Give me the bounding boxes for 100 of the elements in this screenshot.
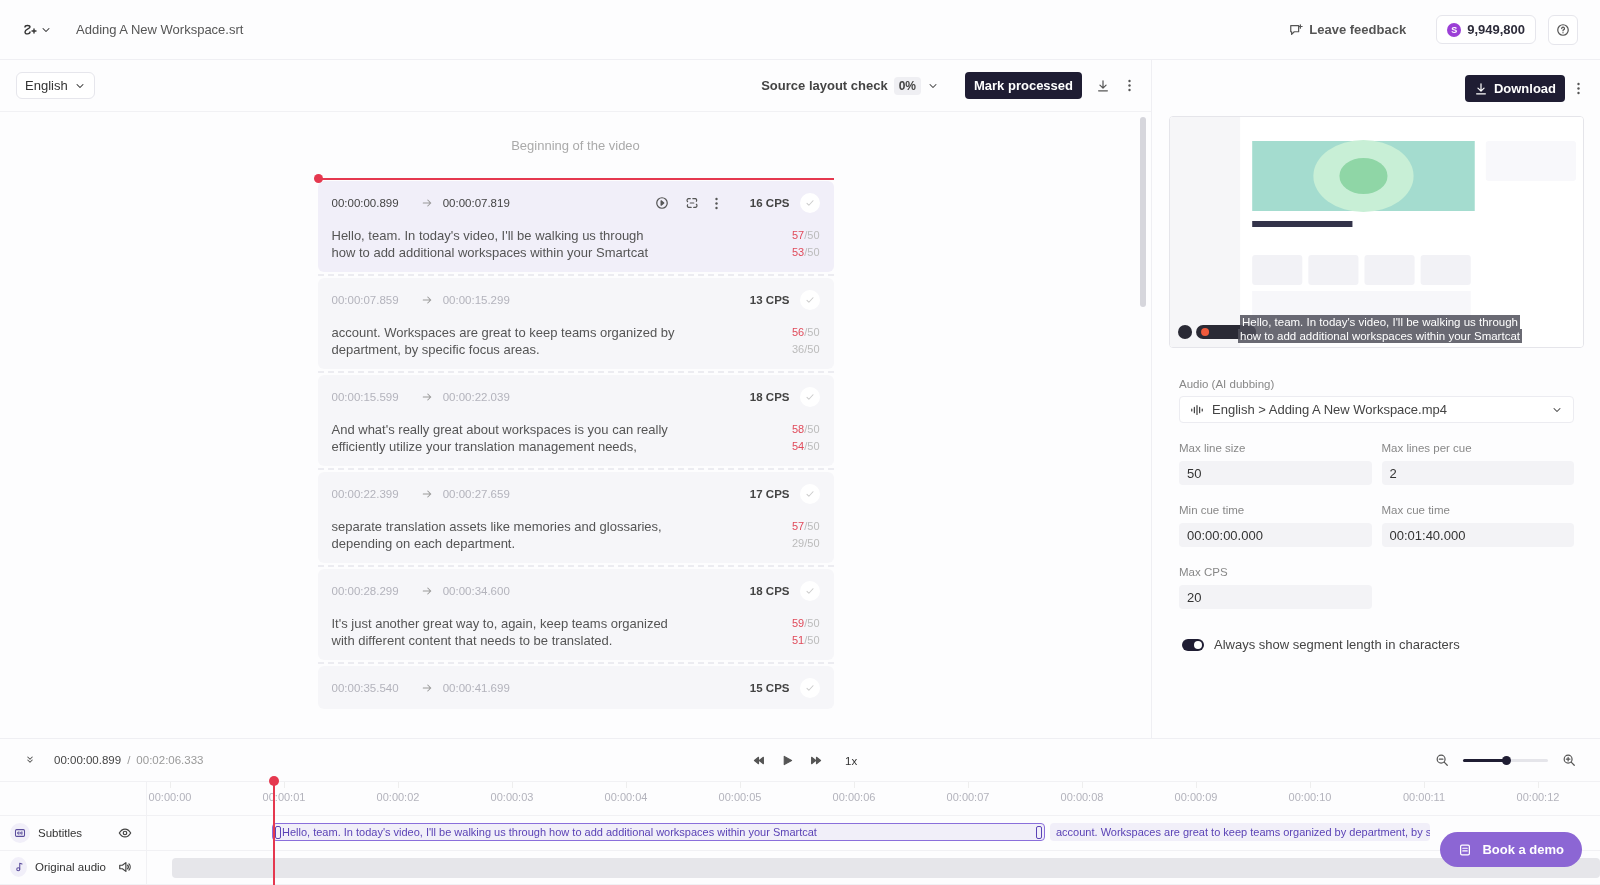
time-tick: 00:00:03 bbox=[490, 791, 534, 804]
track-label: Original audio bbox=[35, 861, 106, 874]
time-separator: / bbox=[127, 754, 131, 767]
subtitle-segment[interactable]: 00:00:00.899 00:00:07.819 16 CPS Hello, team. In today's video, I'll be walking us through 57/50 how to add additional workspaces within your Smartcat 53/50 bbox=[317, 181, 834, 272]
subtitles-icon bbox=[14, 827, 26, 840]
arrow-right-icon bbox=[420, 488, 433, 500]
subtitle-segment[interactable]: 00:00:07.859 00:00:15.299 13 CPS account. Workspaces are great to keep teams organized by 56/50 department, by specific focus areas. 36/50 bbox=[317, 278, 834, 369]
end-time: 00:00:27.659 bbox=[442, 488, 510, 500]
check-icon bbox=[803, 585, 816, 597]
coin-icon: S bbox=[1447, 22, 1462, 37]
waveform-icon bbox=[1190, 402, 1204, 417]
subtitle-line: efficiently utilize your translation management needs, bbox=[331, 438, 637, 455]
time-tick: 00:00:11 bbox=[1403, 791, 1445, 804]
play-icon bbox=[654, 196, 669, 210]
balance: 9,949,800 bbox=[1467, 22, 1525, 37]
cps-value: 15 CPS bbox=[749, 682, 790, 694]
time-tick: 00:00:12 bbox=[1516, 791, 1560, 804]
line-length: 53/50 bbox=[791, 245, 820, 260]
line-length: 57/50 bbox=[791, 228, 820, 243]
time-tick: 00:00:10 bbox=[1288, 791, 1332, 804]
audio-dropdown[interactable]: English > Adding A New Workspace.mp4 bbox=[1179, 396, 1574, 423]
cps-value: 13 CPS bbox=[749, 294, 790, 306]
check-icon bbox=[803, 294, 816, 306]
time-tick: 00:00:07 bbox=[946, 791, 990, 804]
start-time: 00:00:00.899 bbox=[331, 197, 399, 209]
start-time: 00:00:28.299 bbox=[331, 585, 399, 597]
balance-chip[interactable]: S 9,949,800 bbox=[1436, 15, 1536, 44]
feedback-link[interactable]: Leave feedback bbox=[1283, 21, 1413, 38]
subtitle-line: separate translation assets like memories and glossaries, bbox=[331, 518, 662, 535]
mark-processed-button[interactable]: Mark processed bbox=[965, 72, 1082, 99]
arrow-right-icon bbox=[420, 197, 433, 209]
track-label: Subtitles bbox=[38, 827, 83, 840]
field-label: Max CPS bbox=[1179, 566, 1229, 578]
line-length: 58/50 bbox=[791, 422, 820, 437]
time-tick: 00:00:09 bbox=[1174, 791, 1218, 804]
arrow-right-icon bbox=[420, 585, 433, 597]
subtitle-line: And what's really great about workspaces is you can really bbox=[331, 421, 668, 438]
video-caption: how to add additional workspaces within your Smartcat bbox=[1238, 329, 1522, 343]
subtitle-clip[interactable]: Hello, team. In today's video, I'll be walking us through how to add additional workspaces within your Smartcat bbox=[272, 823, 1045, 842]
line-length: 57/50 bbox=[791, 519, 820, 534]
field-label: Max lines per cue bbox=[1381, 442, 1473, 454]
input-field[interactable]: 00:00:00.000 bbox=[1179, 523, 1372, 547]
subtitle-line: department, by specific focus areas. bbox=[331, 341, 540, 358]
start-time: 00:00:35.540 bbox=[331, 682, 399, 694]
input-field[interactable]: 00:01:40.000 bbox=[1381, 523, 1574, 547]
more-icon bbox=[1577, 82, 1580, 95]
video-caption: Hello, team. In today's video, I'll be walking us through bbox=[1239, 315, 1521, 329]
toggle-label: Always show segment length in characters bbox=[1214, 637, 1460, 652]
download-button[interactable]: Download bbox=[1464, 75, 1565, 102]
cps-value: 18 CPS bbox=[749, 391, 790, 403]
field-label: Max line size bbox=[1179, 442, 1247, 454]
arrow-right-icon bbox=[420, 294, 433, 306]
download-icon bbox=[1473, 81, 1488, 96]
current-time: 00:00:00.899 bbox=[54, 754, 122, 767]
speaker-icon bbox=[118, 860, 132, 875]
subtitle-line: how to add additional workspaces within your Smartcat bbox=[331, 244, 648, 261]
play-icon bbox=[781, 754, 794, 767]
check-icon bbox=[803, 488, 816, 500]
book-demo-button[interactable]: Book a demo bbox=[1440, 832, 1582, 867]
total-time: 00:02:06.333 bbox=[136, 754, 204, 767]
feedback-icon bbox=[1289, 22, 1304, 37]
start-time: 00:00:15.599 bbox=[331, 391, 399, 403]
list-start-label: Beginning of the video bbox=[511, 138, 640, 153]
subtitle-segment[interactable]: 00:00:35.540 00:00:41.699 15 CPS bbox=[317, 666, 834, 709]
cps-value: 18 CPS bbox=[749, 585, 790, 597]
help-icon bbox=[1556, 22, 1570, 37]
end-time: 00:00:41.699 bbox=[442, 682, 510, 694]
end-time: 00:00:07.819 bbox=[442, 197, 510, 209]
toggle-switch[interactable] bbox=[1182, 638, 1204, 651]
check-icon bbox=[803, 391, 816, 403]
input-field[interactable]: 50 bbox=[1179, 461, 1372, 485]
download-icon bbox=[1096, 78, 1110, 93]
subtitle-segment[interactable]: 00:00:15.599 00:00:22.039 18 CPS And what's really great about workspaces is you can really 58/50 efficiently utilize your translation management needs, 54/50 bbox=[317, 375, 834, 466]
language-dropdown[interactable]: English bbox=[16, 72, 95, 99]
end-time: 00:00:34.600 bbox=[442, 585, 510, 597]
subtitle-line: with different content that needs to be translated. bbox=[331, 632, 613, 649]
field-label: Audio (AI dubbing) bbox=[1179, 378, 1276, 390]
line-length: 54/50 bbox=[791, 439, 820, 454]
layout-check-dropdown[interactable]: Source layout check 0% bbox=[755, 75, 945, 96]
zoom-slider[interactable] bbox=[1463, 758, 1548, 762]
time-tick: 00:00:00 bbox=[148, 791, 192, 804]
file-name: Adding A New Workspace.srt bbox=[76, 22, 244, 37]
check-icon bbox=[803, 682, 816, 694]
line-length: 51/50 bbox=[791, 633, 820, 648]
eye-icon bbox=[118, 826, 132, 841]
input-field[interactable]: 2 bbox=[1381, 461, 1574, 485]
subtitle-line: depending on each department. bbox=[331, 535, 516, 552]
subtitle-segment[interactable]: 00:00:22.399 00:00:27.659 17 CPS separate translation assets like memories and glossaries, 57/50 depending on each department. 29/50 bbox=[317, 472, 834, 563]
line-length: 36/50 bbox=[791, 342, 820, 357]
subtitle-clip[interactable]: account. Workspaces are great to keep teams organized by department, by s bbox=[1050, 823, 1430, 842]
subtitle-segment[interactable]: 00:00:28.299 00:00:34.600 18 CPS It's just another great way to, again, keep teams organized 59/50 with different content that needs to be translated. 51/50 bbox=[317, 569, 834, 660]
calendar-icon bbox=[1458, 842, 1473, 857]
rewind-icon bbox=[752, 754, 765, 767]
start-time: 00:00:07.859 bbox=[331, 294, 399, 306]
input-field[interactable]: 20 bbox=[1179, 585, 1372, 609]
fast-forward-icon bbox=[810, 754, 823, 767]
help-button[interactable] bbox=[1548, 14, 1578, 45]
arrow-right-icon bbox=[420, 682, 433, 694]
speed-button[interactable]: 1x bbox=[839, 753, 864, 768]
time-tick: 00:00:02 bbox=[376, 791, 420, 804]
